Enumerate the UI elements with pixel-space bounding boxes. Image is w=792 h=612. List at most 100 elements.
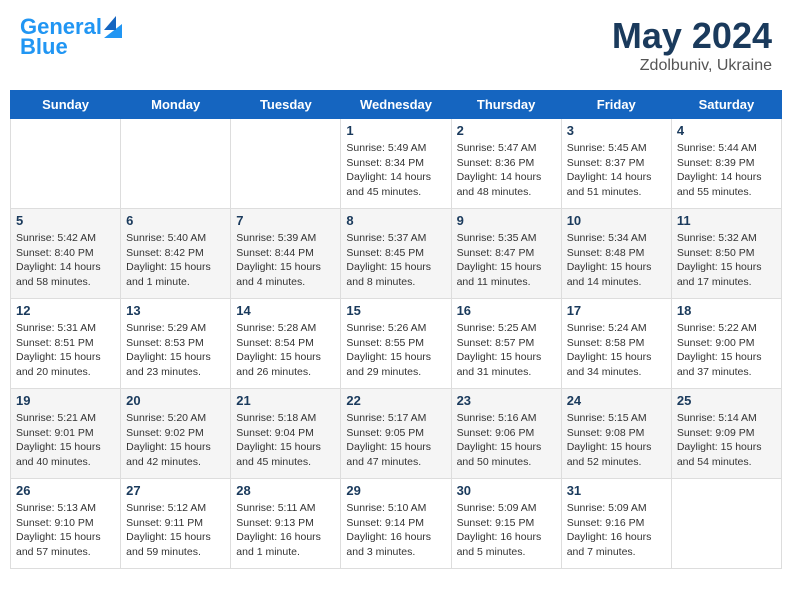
- day-number: 29: [346, 483, 445, 498]
- day-number: 18: [677, 303, 776, 318]
- calendar-cell: 6 Sunrise: 5:40 AM Sunset: 8:42 PM Daylig…: [121, 209, 231, 299]
- day-number: 28: [236, 483, 335, 498]
- calendar-cell: 14Sunrise: 5:28 AM Sunset: 8:54 PM Dayli…: [231, 299, 341, 389]
- day-number: 21: [236, 393, 335, 408]
- calendar-cell: 16 Sunrise: 5:25 AM Sunset: 8:57 PM Dayli…: [451, 299, 561, 389]
- calendar-day-header: Tuesday: [231, 91, 341, 119]
- calendar-cell: 26 Sunrise: 5:13 AM Sunset: 9:10 PM Dayli…: [11, 479, 121, 569]
- title-section: May 2024 Zdolbuniv, Ukraine: [612, 15, 772, 75]
- day-info: Sunrise: 5:09 AM Sunset: 9:15 PM Dayligh…: [457, 501, 556, 560]
- day-number: 20: [126, 393, 225, 408]
- day-number: 24: [567, 393, 666, 408]
- day-number: 30: [457, 483, 556, 498]
- day-number: 10: [567, 213, 666, 228]
- day-info: Sunrise: 5:09 AM Sunset: 9:16 PM Dayligh…: [567, 501, 666, 560]
- calendar-cell: 21 Sunrise: 5:18 AM Sunset: 9:04 PM Dayli…: [231, 389, 341, 479]
- day-number: 6: [126, 213, 225, 228]
- calendar-cell: 3Sunrise: 5:45 AM Sunset: 8:37 PM Daylig…: [561, 119, 671, 209]
- day-info: Sunrise: 5:18 AM Sunset: 9:04 PM Dayligh…: [236, 411, 335, 470]
- calendar-cell: 20Sunrise: 5:20 AM Sunset: 9:02 PM Dayli…: [121, 389, 231, 479]
- calendar-cell: 13 Sunrise: 5:29 AM Sunset: 8:53 PM Dayli…: [121, 299, 231, 389]
- day-number: 14: [236, 303, 335, 318]
- day-number: 13: [126, 303, 225, 318]
- day-info: Sunrise: 5:10 AM Sunset: 9:14 PM Dayligh…: [346, 501, 445, 560]
- calendar-cell: 30 Sunrise: 5:09 AM Sunset: 9:15 PM Dayli…: [451, 479, 561, 569]
- day-number: 7: [236, 213, 335, 228]
- calendar-cell: 24 Sunrise: 5:15 AM Sunset: 9:08 PM Dayli…: [561, 389, 671, 479]
- day-number: 25: [677, 393, 776, 408]
- calendar-day-header: Wednesday: [341, 91, 451, 119]
- calendar-cell: 18 Sunrise: 5:22 AM Sunset: 9:00 PM Dayli…: [671, 299, 781, 389]
- day-info: Sunrise: 5:40 AM Sunset: 8:42 PM Dayligh…: [126, 231, 225, 290]
- calendar-cell: 15 Sunrise: 5:26 AM Sunset: 8:55 PM Dayli…: [341, 299, 451, 389]
- calendar-week-row: 1Sunrise: 5:49 AM Sunset: 8:34 PM Daylig…: [11, 119, 782, 209]
- calendar-cell: 4Sunrise: 5:44 AM Sunset: 8:39 PM Daylig…: [671, 119, 781, 209]
- calendar-day-header: Monday: [121, 91, 231, 119]
- calendar-cell: 27 Sunrise: 5:12 AM Sunset: 9:11 PM Dayli…: [121, 479, 231, 569]
- calendar-cell: [11, 119, 121, 209]
- day-info: Sunrise: 5:21 AM Sunset: 9:01 PM Dayligh…: [16, 411, 115, 470]
- calendar-day-header: Saturday: [671, 91, 781, 119]
- page-header: General Blue May 2024 Zdolbuniv, Ukraine: [10, 10, 782, 80]
- main-title: May 2024: [612, 15, 772, 57]
- day-info: Sunrise: 5:34 AM Sunset: 8:48 PM Dayligh…: [567, 231, 666, 290]
- subtitle: Zdolbuniv, Ukraine: [612, 57, 772, 75]
- day-number: 16: [457, 303, 556, 318]
- logo-blue-text: Blue: [20, 35, 68, 59]
- day-info: Sunrise: 5:17 AM Sunset: 9:05 PM Dayligh…: [346, 411, 445, 470]
- calendar-week-row: 26 Sunrise: 5:13 AM Sunset: 9:10 PM Dayli…: [11, 479, 782, 569]
- day-number: 26: [16, 483, 115, 498]
- day-info: Sunrise: 5:25 AM Sunset: 8:57 PM Dayligh…: [457, 321, 556, 380]
- calendar-cell: [671, 479, 781, 569]
- day-number: 2: [457, 123, 556, 138]
- day-number: 4: [677, 123, 776, 138]
- calendar-day-header: Sunday: [11, 91, 121, 119]
- day-info: Sunrise: 5:13 AM Sunset: 9:10 PM Dayligh…: [16, 501, 115, 560]
- day-info: Sunrise: 5:16 AM Sunset: 9:06 PM Dayligh…: [457, 411, 556, 470]
- day-number: 9: [457, 213, 556, 228]
- day-info: Sunrise: 5:37 AM Sunset: 8:45 PM Dayligh…: [346, 231, 445, 290]
- day-info: Sunrise: 5:22 AM Sunset: 9:00 PM Dayligh…: [677, 321, 776, 380]
- day-number: 5: [16, 213, 115, 228]
- day-number: 22: [346, 393, 445, 408]
- day-info: Sunrise: 5:39 AM Sunset: 8:44 PM Dayligh…: [236, 231, 335, 290]
- calendar-header-row: SundayMondayTuesdayWednesdayThursdayFrid…: [11, 91, 782, 119]
- calendar-cell: 19 Sunrise: 5:21 AM Sunset: 9:01 PM Dayli…: [11, 389, 121, 479]
- calendar-week-row: 12 Sunrise: 5:31 AM Sunset: 8:51 PM Dayli…: [11, 299, 782, 389]
- day-info: Sunrise: 5:24 AM Sunset: 8:58 PM Dayligh…: [567, 321, 666, 380]
- day-info: Sunrise: 5:14 AM Sunset: 9:09 PM Dayligh…: [677, 411, 776, 470]
- calendar-cell: 12 Sunrise: 5:31 AM Sunset: 8:51 PM Dayli…: [11, 299, 121, 389]
- calendar-cell: 23 Sunrise: 5:16 AM Sunset: 9:06 PM Dayli…: [451, 389, 561, 479]
- day-info: Sunrise: 5:26 AM Sunset: 8:55 PM Dayligh…: [346, 321, 445, 380]
- calendar-cell: 28 Sunrise: 5:11 AM Sunset: 9:13 PM Dayli…: [231, 479, 341, 569]
- day-info: Sunrise: 5:11 AM Sunset: 9:13 PM Dayligh…: [236, 501, 335, 560]
- day-info: Sunrise: 5:29 AM Sunset: 8:53 PM Dayligh…: [126, 321, 225, 380]
- calendar-cell: 25 Sunrise: 5:14 AM Sunset: 9:09 PM Dayli…: [671, 389, 781, 479]
- day-number: 15: [346, 303, 445, 318]
- day-info: Sunrise: 5:35 AM Sunset: 8:47 PM Dayligh…: [457, 231, 556, 290]
- day-number: 12: [16, 303, 115, 318]
- calendar-cell: 9 Sunrise: 5:35 AM Sunset: 8:47 PM Daylig…: [451, 209, 561, 299]
- calendar-cell: 7 Sunrise: 5:39 AM Sunset: 8:44 PM Daylig…: [231, 209, 341, 299]
- calendar-cell: 29 Sunrise: 5:10 AM Sunset: 9:14 PM Dayli…: [341, 479, 451, 569]
- calendar-cell: 22 Sunrise: 5:17 AM Sunset: 9:05 PM Dayli…: [341, 389, 451, 479]
- day-info: Sunrise: 5:45 AM Sunset: 8:37 PM Dayligh…: [567, 141, 666, 200]
- calendar-day-header: Thursday: [451, 91, 561, 119]
- calendar-table: SundayMondayTuesdayWednesdayThursdayFrid…: [10, 90, 782, 569]
- calendar-cell: 8 Sunrise: 5:37 AM Sunset: 8:45 PM Daylig…: [341, 209, 451, 299]
- day-info: Sunrise: 5:12 AM Sunset: 9:11 PM Dayligh…: [126, 501, 225, 560]
- day-number: 27: [126, 483, 225, 498]
- calendar-cell: 31Sunrise: 5:09 AM Sunset: 9:16 PM Dayli…: [561, 479, 671, 569]
- day-info: Sunrise: 5:15 AM Sunset: 9:08 PM Dayligh…: [567, 411, 666, 470]
- day-number: 1: [346, 123, 445, 138]
- day-number: 23: [457, 393, 556, 408]
- day-number: 19: [16, 393, 115, 408]
- day-number: 11: [677, 213, 776, 228]
- day-number: 8: [346, 213, 445, 228]
- day-info: Sunrise: 5:31 AM Sunset: 8:51 PM Dayligh…: [16, 321, 115, 380]
- calendar-cell: [121, 119, 231, 209]
- calendar-cell: 11 Sunrise: 5:32 AM Sunset: 8:50 PM Dayli…: [671, 209, 781, 299]
- day-info: Sunrise: 5:32 AM Sunset: 8:50 PM Dayligh…: [677, 231, 776, 290]
- calendar-day-header: Friday: [561, 91, 671, 119]
- logo-bird-icon: [104, 16, 122, 38]
